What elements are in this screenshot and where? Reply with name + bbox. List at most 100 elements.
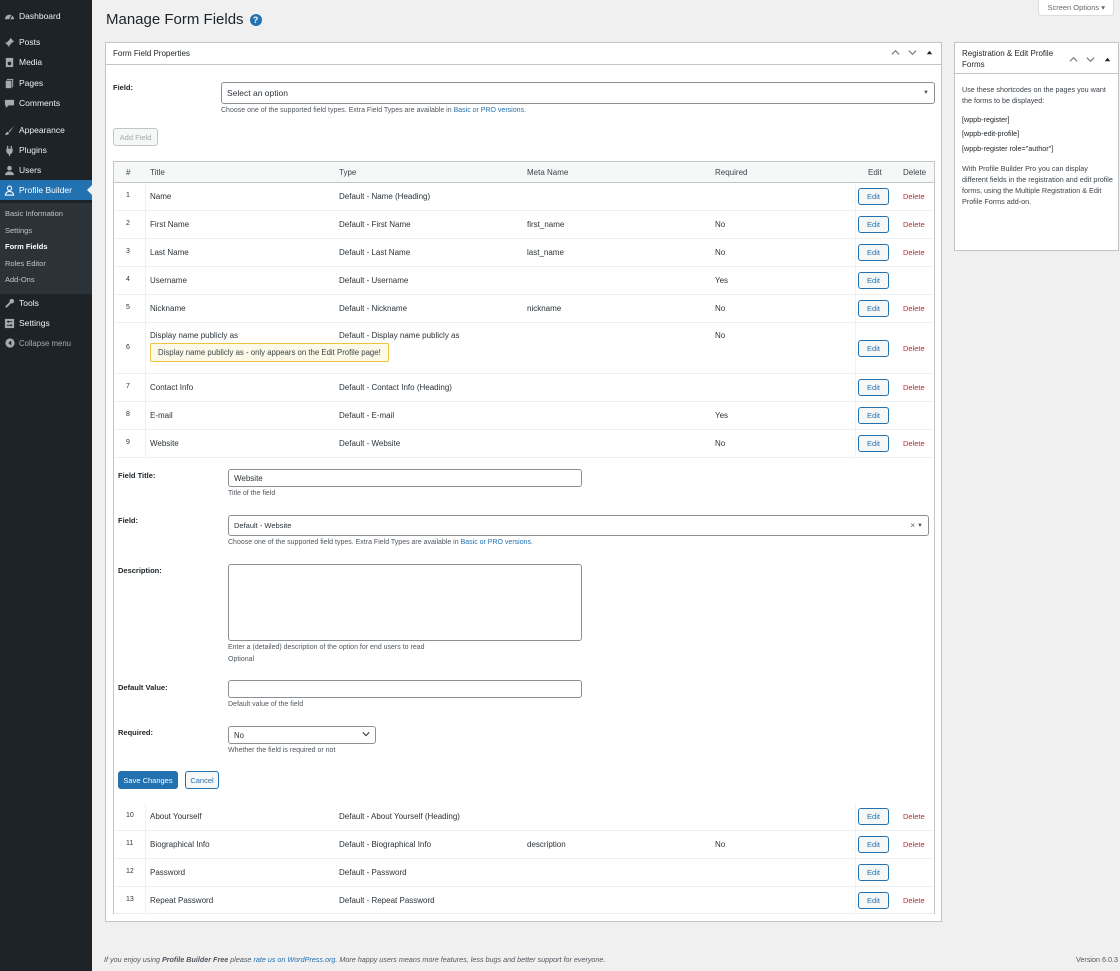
cell-num: 2 (126, 220, 130, 227)
edit-button[interactable]: Edit (858, 808, 889, 825)
edit-button[interactable]: Edit (858, 272, 889, 289)
column-divider (855, 430, 856, 457)
edit-button[interactable]: Edit (858, 300, 889, 317)
sidebar-item-users[interactable]: Users (0, 160, 92, 180)
delete-link[interactable]: Delete (903, 383, 925, 392)
submenu-roles-editor[interactable]: Roles Editor (5, 259, 46, 268)
default-value-input[interactable] (228, 680, 582, 698)
help-icon[interactable]: ? (249, 13, 262, 26)
column-divider (145, 402, 146, 429)
submenu-basic-information[interactable]: Basic Information (5, 209, 63, 218)
edit-button[interactable]: Edit (858, 188, 889, 205)
description-textarea[interactable] (228, 564, 582, 641)
cell-title: Display name publicly as (150, 331, 239, 340)
field-type-label: Field: (113, 83, 133, 92)
page-title: Manage Form Fields ? (106, 11, 262, 28)
column-divider (855, 183, 856, 210)
cell-title: First Name (150, 220, 190, 229)
cancel-button[interactable]: Cancel (185, 771, 219, 789)
footer-text: If you enjoy using Profile Builder Free … (104, 955, 606, 964)
column-divider (145, 430, 146, 457)
field-type-select[interactable]: Select an option ▼ (221, 82, 935, 104)
edit-button[interactable]: Edit (858, 891, 889, 909)
pin-icon (0, 37, 19, 48)
cell-required: No (715, 248, 726, 257)
edit-button[interactable]: Edit (858, 216, 889, 233)
header-required: Required (715, 168, 748, 177)
basic-or-pro-link[interactable]: Basic or PRO versions (454, 107, 524, 114)
chevron-up-icon[interactable] (890, 48, 900, 59)
sidebar-item-comments[interactable]: Comments (0, 93, 92, 113)
cell-type: Default - Name (Heading) (339, 192, 431, 201)
delete-link[interactable]: Delete (903, 439, 925, 448)
table-row: 9 Website Default - Website No Edit Delete (114, 430, 934, 458)
delete-link[interactable]: Delete (903, 344, 925, 353)
screen-options-button[interactable]: Screen Options ▾ (1038, 0, 1114, 16)
edit-button[interactable]: Edit (858, 244, 889, 261)
cell-num: 5 (126, 304, 130, 311)
chevron-down-icon[interactable] (907, 48, 917, 59)
column-divider (145, 859, 146, 886)
edit-button[interactable]: Edit (858, 339, 889, 357)
table-row: 4 Username Default - Username Yes Edit (114, 267, 934, 295)
description-label: Description: (118, 566, 162, 575)
sidebar-item-settings[interactable]: Settings (0, 313, 92, 333)
sidebar-item-pages[interactable]: Pages (0, 73, 92, 93)
cell-num: 9 (126, 439, 130, 446)
sidebar-item-appearance[interactable]: Appearance (0, 120, 92, 140)
delete-link[interactable]: Delete (903, 220, 925, 229)
chevron-down-icon[interactable] (1085, 55, 1095, 66)
edit-button[interactable]: Edit (858, 407, 889, 424)
cell-required: No (715, 220, 726, 229)
edit-button[interactable]: Edit (858, 864, 889, 881)
field-title-input[interactable]: Website (228, 469, 582, 487)
column-divider (855, 859, 856, 886)
cell-title: E-mail (150, 411, 173, 420)
postbox-title: Form Field Properties (113, 49, 190, 58)
delete-link[interactable]: Delete (903, 812, 925, 821)
sidebar-collapse-menu[interactable]: Collapse menu (0, 333, 92, 353)
column-divider (855, 374, 856, 401)
sidebar-item-label: Comments (19, 98, 61, 108)
submenu-settings[interactable]: Settings (5, 226, 32, 235)
edit-button[interactable]: Edit (858, 435, 889, 452)
cell-type: Default - Biographical Info (339, 840, 432, 849)
edit-button[interactable]: Edit (858, 836, 889, 853)
cell-type: Default - E-mail (339, 411, 395, 420)
rate-us-link[interactable]: rate us on WordPress.org (253, 955, 335, 964)
delete-link[interactable]: Delete (903, 248, 925, 257)
field-tooltip: Display name publicly as - only appears … (150, 343, 389, 362)
table-row: 5 Nickname Default - Nickname nickname No Edi… (114, 295, 934, 323)
sidebar-item-dashboard[interactable]: Dashboard (0, 6, 92, 26)
caret-up-icon[interactable] (1102, 55, 1112, 66)
delete-link[interactable]: Delete (903, 896, 925, 905)
delete-link[interactable]: Delete (903, 840, 925, 849)
delete-link[interactable]: Delete (903, 192, 925, 201)
submenu-form-fields[interactable]: Form Fields (5, 242, 48, 251)
sidebar-item-tools[interactable]: Tools (0, 293, 92, 313)
delete-link[interactable]: Delete (903, 304, 925, 313)
chevron-down-icon (362, 730, 370, 740)
required-select[interactable]: No (228, 726, 376, 744)
cell-required: No (715, 304, 726, 313)
save-changes-button[interactable]: Save Changes (118, 771, 178, 789)
submenu-add-ons[interactable]: Add-Ons (5, 275, 35, 284)
chevron-up-icon[interactable] (1068, 55, 1078, 66)
sidebar-item-plugins[interactable]: Plugins (0, 140, 92, 160)
sidebar-item-media[interactable]: Media (0, 52, 92, 72)
column-divider (145, 374, 146, 401)
column-divider (855, 211, 856, 238)
sidebar-item-label: Posts (19, 37, 41, 47)
basic-or-pro-link[interactable]: Basic or PRO versions (461, 539, 531, 546)
edit-button[interactable]: Edit (858, 379, 889, 396)
caret-up-icon[interactable] (924, 48, 934, 59)
sidebar-item-posts[interactable]: Posts (0, 32, 92, 52)
column-divider (145, 887, 146, 913)
edit-field-type-select[interactable]: Default - Website × ▼ (228, 515, 929, 536)
add-field-button[interactable]: Add Field (113, 128, 158, 146)
sidebar-item-profile-builder[interactable]: Profile Builder (0, 180, 92, 200)
column-divider (855, 239, 856, 266)
comment-icon (0, 98, 19, 109)
clear-icon[interactable]: × (910, 521, 915, 530)
table-row: 7 Contact Info Default - Contact Info (Hea… (114, 374, 934, 402)
